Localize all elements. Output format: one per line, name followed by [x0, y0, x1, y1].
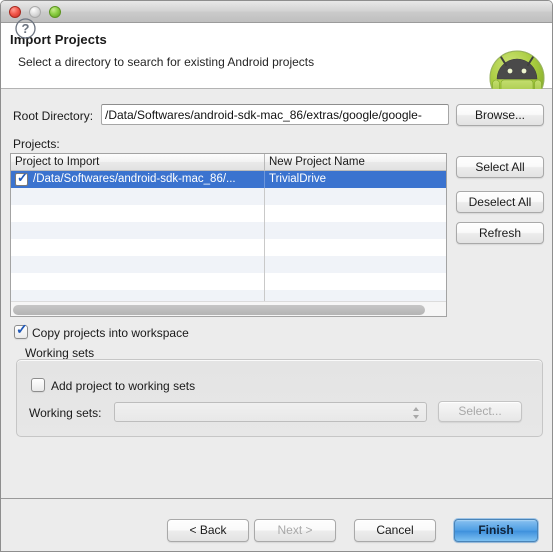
working-sets-label: Working sets: [29, 406, 102, 420]
next-button[interactable]: Next > [254, 519, 336, 542]
column-header-project-to-import[interactable]: Project to Import [11, 154, 264, 170]
table-header-row: Project to Import New Project Name [11, 154, 446, 171]
add-project-to-working-sets-label[interactable]: Add project to working sets [51, 379, 195, 393]
cell-divider [264, 239, 265, 256]
scrollbar-thumb[interactable] [13, 305, 425, 315]
window-titlebar [1, 1, 552, 23]
select-all-button[interactable]: Select All [456, 156, 544, 178]
browse-button[interactable]: Browse... [456, 104, 544, 126]
root-directory-input[interactable] [101, 104, 449, 125]
stepper-arrows-icon [413, 406, 420, 420]
deselect-all-button[interactable]: Deselect All [456, 191, 544, 213]
select-working-sets-button[interactable]: Select... [438, 401, 522, 422]
page-description: Select a directory to search for existin… [18, 55, 315, 69]
cell-divider [264, 222, 265, 239]
working-sets-group [16, 359, 543, 437]
table-row-empty[interactable] [11, 256, 446, 273]
working-sets-legend: Working sets [25, 346, 95, 360]
cell-new-project-name: TrivialDrive [269, 173, 327, 185]
cell-divider [264, 188, 265, 205]
svg-text:?: ? [22, 21, 30, 36]
add-project-to-working-sets-checkbox[interactable] [31, 378, 45, 392]
cell-divider [264, 205, 265, 222]
table-row-empty[interactable] [11, 205, 446, 222]
finish-button[interactable]: Finish [454, 519, 538, 542]
question-mark-icon[interactable]: ? [15, 18, 36, 39]
dialog-header: Import Projects Select a directory to se… [1, 23, 552, 106]
copy-projects-label[interactable]: Copy projects into workspace [32, 326, 189, 340]
cancel-button[interactable]: Cancel [354, 519, 436, 542]
cell-divider [264, 256, 265, 273]
projects-label: Projects: [13, 137, 60, 151]
table-row[interactable]: ✓ /Data/Softwares/android-sdk-mac_86/...… [11, 171, 446, 188]
working-sets-combo[interactable] [114, 402, 427, 422]
root-directory-label: Root Directory: [13, 109, 94, 123]
table-horizontal-scrollbar[interactable] [11, 301, 446, 316]
projects-table[interactable]: Project to Import New Project Name ✓ /Da… [10, 153, 447, 317]
close-window-button[interactable] [9, 6, 21, 18]
table-row-empty[interactable] [11, 239, 446, 256]
refresh-button[interactable]: Refresh [456, 222, 544, 244]
cell-project-to-import: /Data/Softwares/android-sdk-mac_86/... [33, 173, 236, 185]
table-row-empty[interactable] [11, 222, 446, 239]
cell-divider [264, 273, 265, 290]
import-projects-dialog: Import Projects Select a directory to se… [0, 0, 553, 552]
table-body: ✓ /Data/Softwares/android-sdk-mac_86/...… [11, 171, 446, 316]
table-row-empty[interactable] [11, 273, 446, 290]
cell-divider [264, 171, 265, 188]
column-header-new-project-name[interactable]: New Project Name [264, 154, 446, 170]
back-button[interactable]: < Back [167, 519, 249, 542]
copy-projects-checkbox[interactable]: ✓ [14, 322, 28, 339]
zoom-window-button[interactable] [49, 6, 61, 18]
minimize-window-button[interactable] [29, 6, 41, 18]
table-row-empty[interactable] [11, 188, 446, 205]
